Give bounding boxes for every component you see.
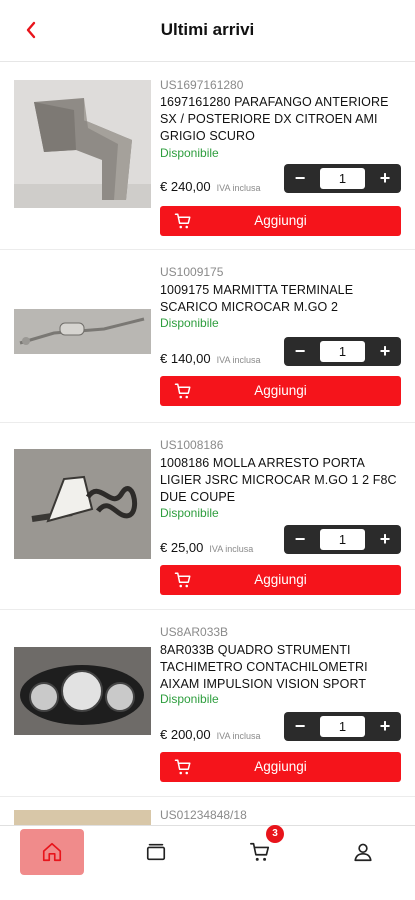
price-label: € 240,00 IVA inclusa (160, 179, 260, 194)
product-card[interactable]: US1009175 1009175 MARMITTA TERMINALE SCA… (0, 251, 415, 423)
quantity-input[interactable]: 1 (320, 168, 365, 189)
price-label: € 25,00 IVA inclusa (160, 540, 253, 555)
availability-label: Disponibile (160, 692, 219, 706)
vat-label: IVA inclusa (216, 355, 261, 365)
product-sku: US1697161280 (160, 78, 244, 92)
increase-button[interactable]: + (369, 525, 401, 554)
tab-cart[interactable]: 3 (228, 825, 292, 875)
add-to-cart-button[interactable]: Aggiungi (160, 206, 401, 236)
product-name[interactable]: 1008186 MOLLA ARRESTO PORTA LIGIER JSRC … (160, 455, 400, 506)
decrease-button[interactable]: − (284, 525, 316, 554)
app-header: Ultimi arrivi (0, 0, 415, 62)
price-value: € 240,00 (160, 179, 211, 194)
quantity-input[interactable]: 1 (320, 341, 365, 362)
product-image[interactable] (14, 449, 151, 559)
add-to-cart-label: Aggiungi (254, 572, 307, 587)
price-label: € 140,00 IVA inclusa (160, 351, 260, 366)
increase-button[interactable]: + (369, 712, 401, 741)
product-image[interactable] (14, 80, 151, 208)
product-image[interactable] (14, 647, 151, 735)
availability-label: Disponibile (160, 506, 219, 520)
product-card[interactable]: US8AR033B 8AR033B QUADRO STRUMENTI TACHI… (0, 611, 415, 797)
product-name[interactable]: 1697161280 PARAFANGO ANTERIORE SX / POST… (160, 94, 400, 145)
product-list[interactable]: US1697161280 1697161280 PARAFANGO ANTERI… (0, 63, 415, 825)
increase-button[interactable]: + (369, 164, 401, 193)
price-value: € 140,00 (160, 351, 211, 366)
decrease-button[interactable]: − (284, 712, 316, 741)
availability-label: Disponibile (160, 316, 219, 330)
add-to-cart-button[interactable]: Aggiungi (160, 752, 401, 782)
decrease-button[interactable]: − (284, 164, 316, 193)
availability-label: Disponibile (160, 146, 219, 160)
tab-home[interactable] (20, 829, 84, 875)
user-icon (354, 843, 372, 862)
product-sku: US1009175 (160, 265, 224, 279)
price-value: € 25,00 (160, 540, 204, 555)
product-card[interactable]: US1697161280 1697161280 PARAFANGO ANTERI… (0, 63, 415, 250)
vat-label: IVA inclusa (216, 731, 261, 741)
quantity-stepper: − 1 + (284, 712, 401, 741)
page-title: Ultimi arrivi (160, 20, 255, 39)
cart-icon (250, 842, 270, 861)
vat-label: IVA inclusa (216, 183, 261, 193)
product-image[interactable] (14, 810, 151, 825)
tab-account[interactable] (331, 829, 395, 875)
cart-count-badge: 3 (266, 825, 284, 843)
quantity-input[interactable]: 1 (320, 529, 365, 550)
add-to-cart-label: Aggiungi (254, 759, 307, 774)
home-icon (42, 842, 62, 862)
price-value: € 200,00 (160, 727, 211, 742)
price-label: € 200,00 IVA inclusa (160, 727, 260, 742)
quantity-stepper: − 1 + (284, 164, 401, 193)
increase-button[interactable]: + (369, 337, 401, 366)
quantity-stepper: − 1 + (284, 525, 401, 554)
decrease-button[interactable]: − (284, 337, 316, 366)
catalog-icon (146, 843, 166, 861)
product-name[interactable]: 8AR033B QUADRO STRUMENTI TACHIMETRO CONT… (160, 642, 400, 693)
quantity-stepper: − 1 + (284, 337, 401, 366)
add-to-cart-button[interactable]: Aggiungi (160, 376, 401, 406)
tab-catalog[interactable] (124, 829, 188, 875)
product-sku: US01234848/18 (160, 808, 247, 822)
quantity-input[interactable]: 1 (320, 716, 365, 737)
product-card[interactable]: US1008186 1008186 MOLLA ARRESTO PORTA LI… (0, 424, 415, 610)
product-sku: US1008186 (160, 438, 224, 452)
product-sku: US8AR033B (160, 625, 229, 639)
product-image[interactable] (14, 309, 151, 354)
add-to-cart-button[interactable]: Aggiungi (160, 565, 401, 595)
bottom-tab-bar: 3 (0, 825, 415, 900)
product-name[interactable]: 1009175 MARMITTA TERMINALE SCARICO MICRO… (160, 282, 400, 316)
product-card[interactable]: US01234848/18 (0, 798, 415, 825)
vat-label: IVA inclusa (209, 544, 254, 554)
add-to-cart-label: Aggiungi (254, 383, 307, 398)
add-to-cart-label: Aggiungi (254, 213, 307, 228)
